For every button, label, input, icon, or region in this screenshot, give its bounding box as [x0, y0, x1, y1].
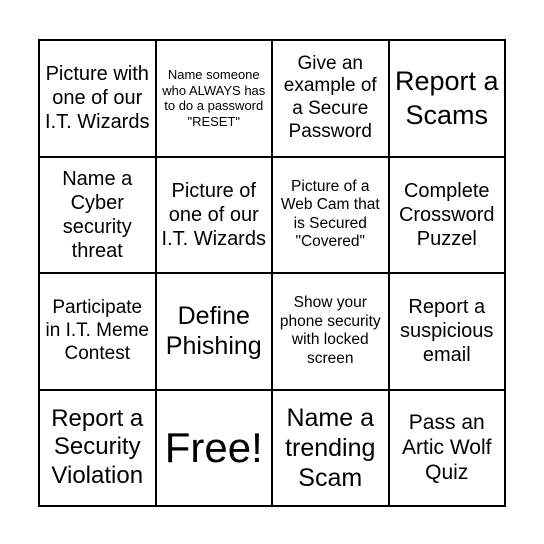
bingo-cell[interactable]: Report a suspicious email	[388, 273, 505, 390]
bingo-cell[interactable]: Name a trending Scam	[272, 389, 389, 506]
bingo-cell[interactable]: Picture of one of our I.T. Wizards	[155, 156, 272, 273]
bingo-cell[interactable]: Complete Crossword Puzzel	[388, 156, 505, 273]
bingo-cell[interactable]: Name someone who ALWAYS has to do a pass…	[155, 40, 272, 157]
bingo-cell[interactable]: Name a Cyber security threat	[39, 156, 156, 273]
bingo-cell[interactable]: Picture with one of our I.T. Wizards	[39, 40, 156, 157]
bingo-cell[interactable]: Picture of a Web Cam that is Secured "Co…	[272, 156, 389, 273]
bingo-grid: Picture with one of our I.T. Wizards Nam…	[38, 39, 506, 507]
free-space-cell[interactable]: Free!	[155, 389, 272, 506]
bingo-cell[interactable]: Pass an Artic Wolf Quiz	[388, 389, 505, 506]
bingo-cell[interactable]: Show your phone security with locked scr…	[272, 273, 389, 390]
bingo-cell[interactable]: Report a Security Violation	[39, 389, 156, 506]
bingo-cell[interactable]: Give an example of a Secure Password	[272, 40, 389, 157]
bingo-cell[interactable]: Report a Scams	[388, 40, 505, 157]
bingo-cell[interactable]: Define Phishing	[155, 273, 272, 390]
bingo-cell[interactable]: Participate in I.T. Meme Contest	[39, 273, 156, 390]
